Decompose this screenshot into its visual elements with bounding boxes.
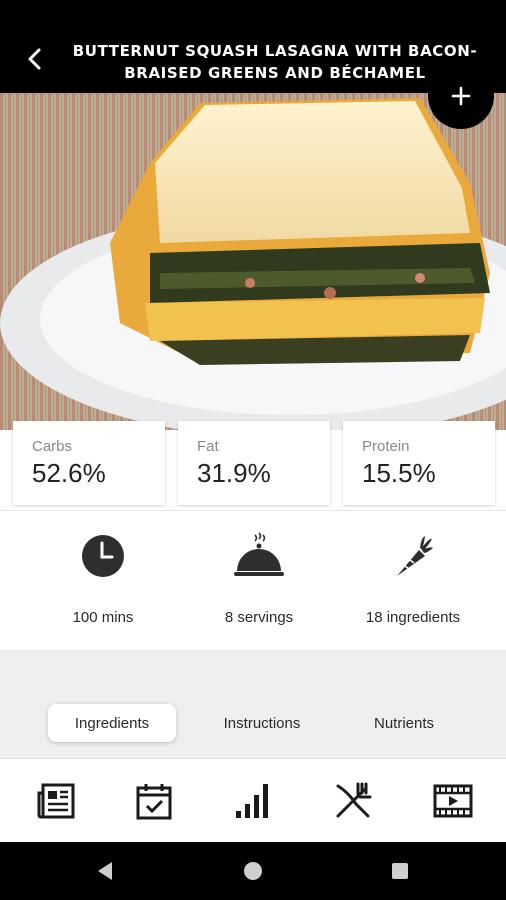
plus-icon [451,86,471,106]
macro-label: Carbs [32,438,73,455]
stat-label: 18 ingredients [365,609,461,626]
chevron-left-icon [28,48,41,70]
nav-planner[interactable] [129,779,179,823]
tab-instructions[interactable]: Instructions [198,704,326,742]
stat-servings: 8 servings [184,531,334,626]
stat-label: 8 servings [224,609,294,626]
bar-chart-icon [236,784,268,818]
video-icon [433,784,473,818]
home-circle-icon [244,862,262,880]
calendar-check-icon [136,784,172,820]
system-back-button[interactable] [90,856,120,886]
clock-icon [82,535,124,577]
recents-square-icon [392,863,408,879]
tab-ingredients[interactable]: Ingredients [48,704,176,742]
stat-label: 100 mins [72,609,134,626]
fork-knife-icon [336,782,372,818]
back-triangle-icon [98,862,112,880]
system-recents-button[interactable] [385,856,415,886]
macro-summary: Carbs 52.6% Fat 31.9% Protein 15.5% [0,415,506,510]
nav-stats[interactable] [229,779,279,823]
macro-label: Fat [197,438,219,455]
nav-recipes[interactable] [328,779,378,823]
nav-videos[interactable] [428,779,478,823]
page-title: BUTTERNUT SQUASH LASAGNA WITH BACON-BRAI… [72,42,478,82]
app-header: BUTTERNUT SQUASH LASAGNA WITH BACON-BRAI… [0,0,506,93]
system-home-button[interactable] [238,856,268,886]
tab-nutrients[interactable]: Nutrients [340,704,468,742]
carrot-icon [397,536,433,576]
newspaper-icon [37,783,75,819]
macro-label: Protein [362,438,410,455]
stat-ingredients: 18 ingredients [338,531,488,626]
nav-news[interactable] [31,779,81,823]
recipe-stats: 100 mins 8 servings 18 ingredients [0,510,506,650]
serving-cloche-icon [234,532,284,576]
stat-time: 100 mins [28,531,178,626]
protein-card: Protein 15.5% [343,421,495,505]
macro-value: 31.9% [197,458,271,488]
back-button[interactable] [18,42,52,76]
macro-value: 52.6% [32,458,106,488]
add-button[interactable] [428,63,494,129]
bottom-nav [0,758,506,842]
system-nav-bar [0,842,506,900]
fat-card: Fat 31.9% [178,421,330,505]
carbs-card: Carbs 52.6% [13,421,165,505]
recipe-tabs: Ingredients Instructions Nutrients [0,650,506,758]
recipe-photo [0,93,506,430]
macro-value: 15.5% [362,458,436,488]
